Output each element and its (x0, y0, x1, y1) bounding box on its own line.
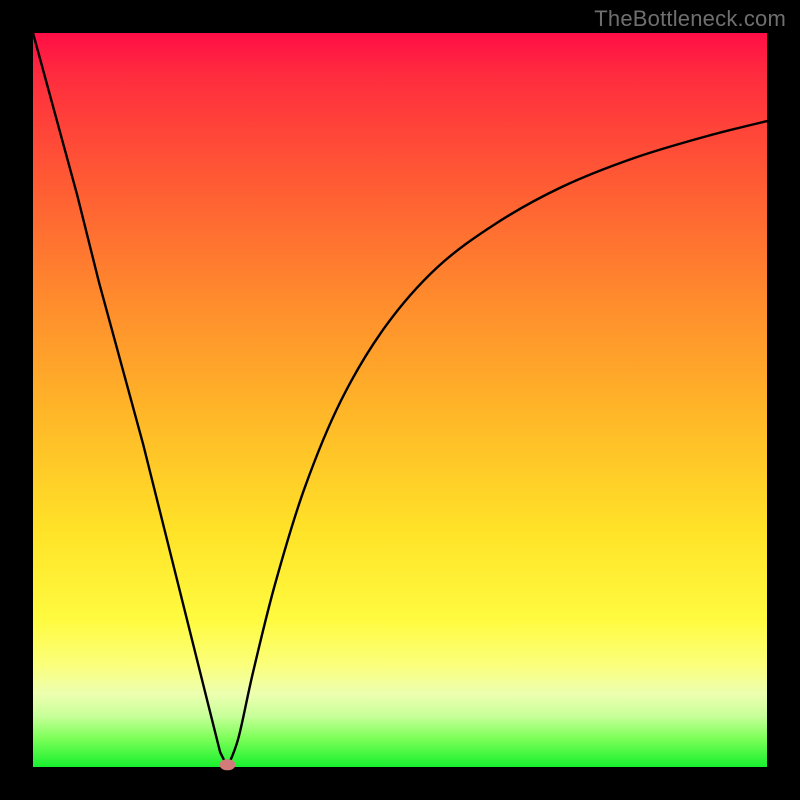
watermark-text: TheBottleneck.com (594, 6, 786, 32)
plot-area (33, 33, 767, 767)
left-branch-line (33, 33, 228, 767)
chart-frame: TheBottleneck.com (0, 0, 800, 800)
curve-layer (33, 33, 767, 767)
right-branch-line (228, 121, 767, 767)
valley-marker (220, 759, 236, 770)
